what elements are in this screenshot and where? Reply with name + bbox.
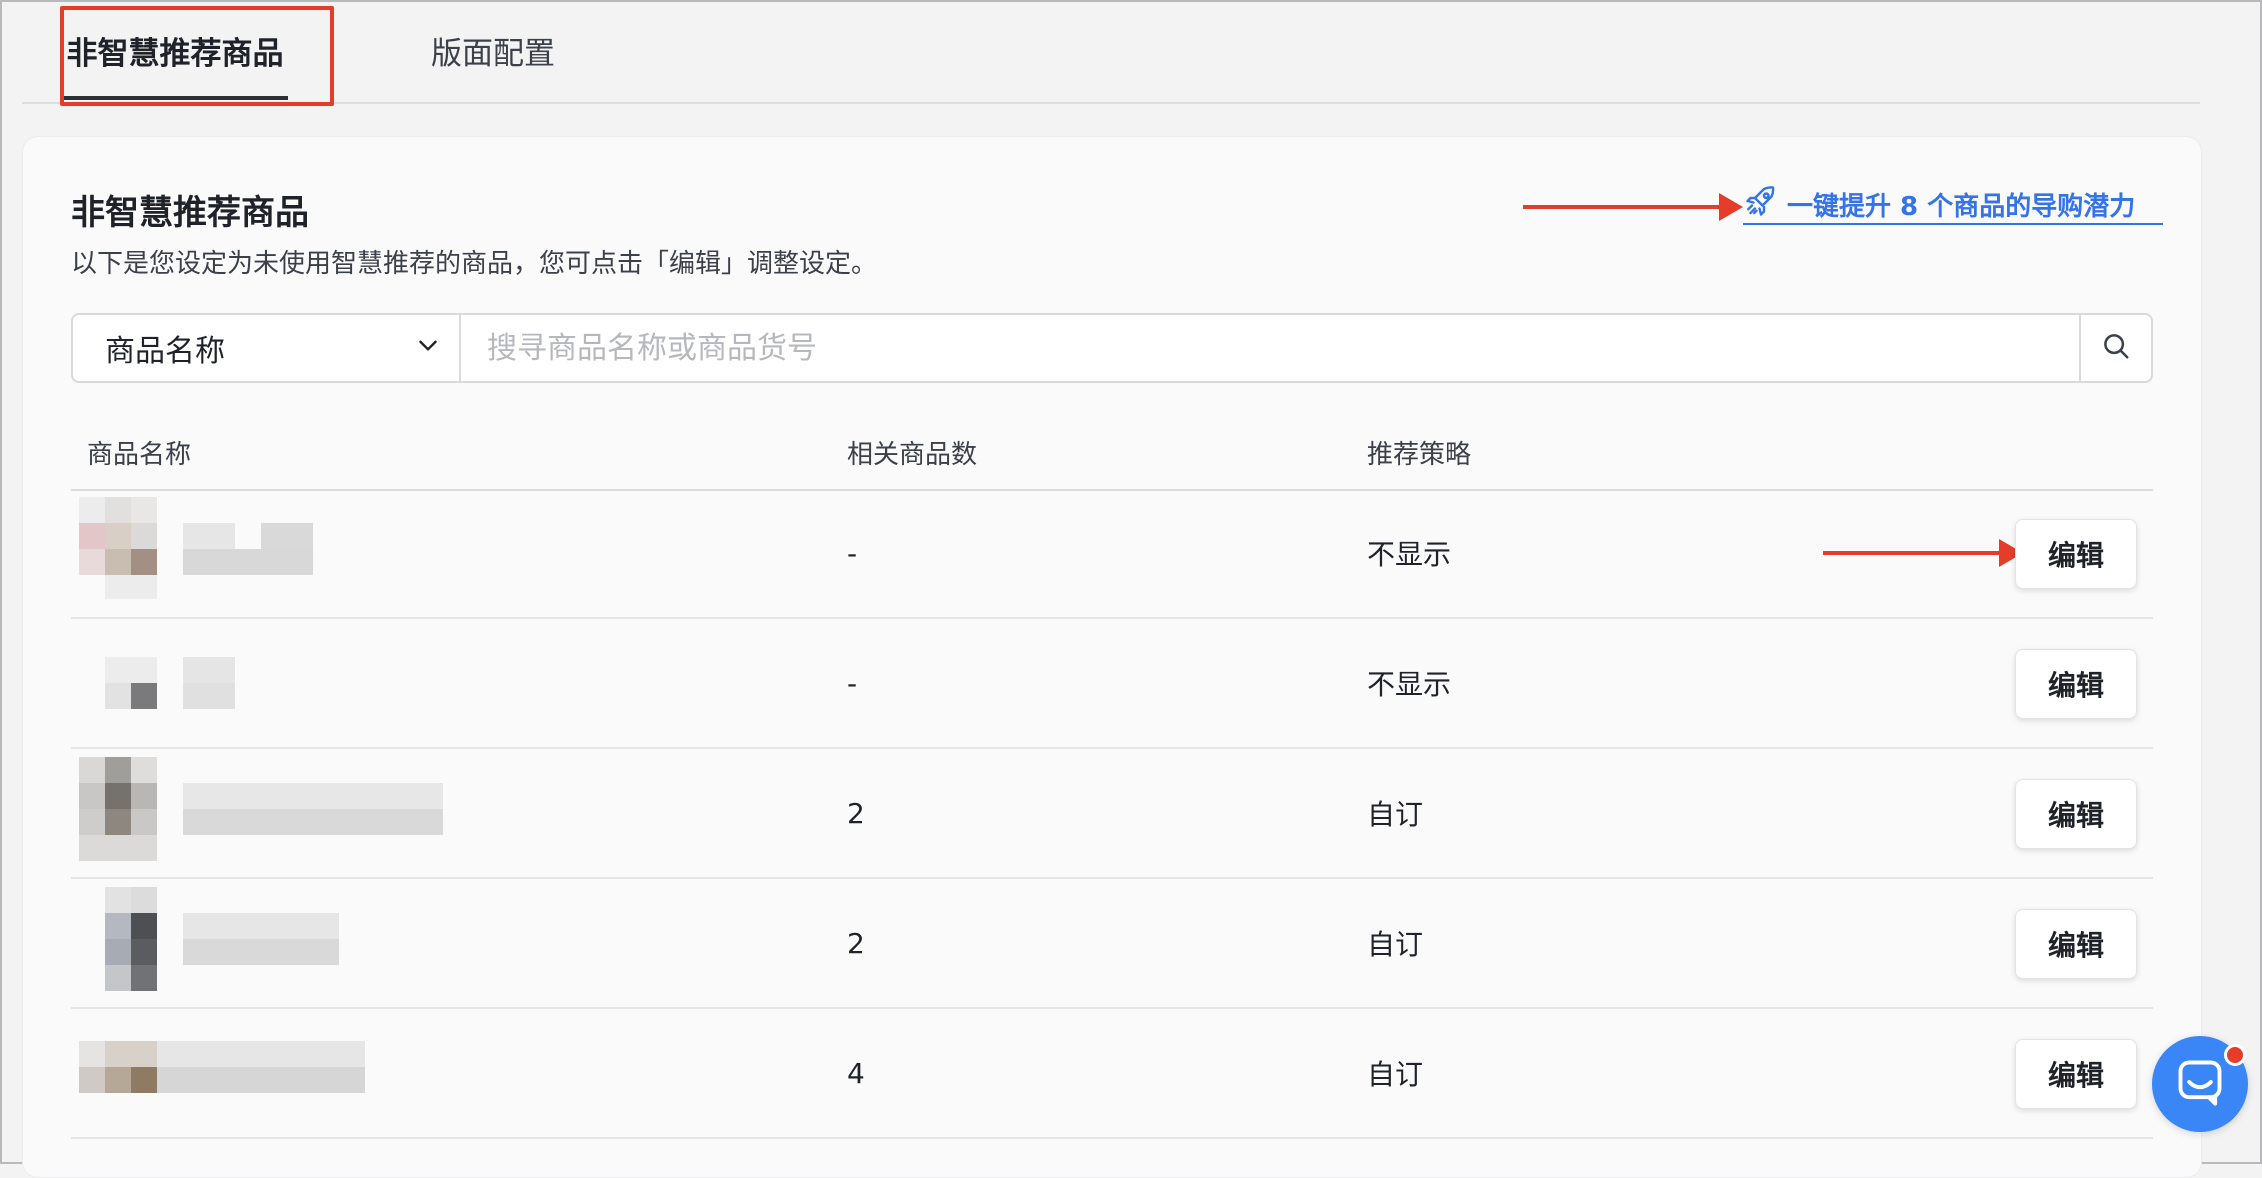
edit-button[interactable]: 编辑: [2015, 519, 2137, 589]
table-row: - 不显示 编辑: [71, 489, 2153, 619]
boost-link[interactable]: 一键提升 8 个商品的导购潜力: [1743, 185, 2163, 225]
edit-button[interactable]: 编辑: [2015, 649, 2137, 719]
boost-link-label: 一键提升 8 个商品的导购潜力: [1787, 191, 2136, 222]
tab-layout-config[interactable]: 版面配置: [398, 0, 588, 100]
related-count: 4: [847, 1056, 865, 1090]
strategy: 不显示: [1367, 538, 1452, 571]
tab-bar: 非智慧推荐商品 版面配置: [22, 0, 2200, 104]
header-strategy: 推荐策略: [1367, 439, 1472, 470]
table-row: 4 自订 编辑: [71, 1009, 2153, 1139]
chat-icon: [2174, 1056, 2226, 1112]
edit-button[interactable]: 编辑: [2015, 779, 2137, 849]
search-button[interactable]: [2079, 315, 2151, 381]
search-bar: 商品名称: [71, 313, 2153, 383]
card-description: 以下是您设定为未使用智慧推荐的商品，您可点击「编辑」调整设定。: [71, 249, 878, 279]
header-product-name: 商品名称: [87, 439, 192, 470]
edit-button[interactable]: 编辑: [2015, 1039, 2137, 1109]
notification-dot: [2224, 1044, 2246, 1066]
header-related-count: 相关商品数: [847, 439, 978, 470]
chat-launcher-button[interactable]: [2152, 1036, 2248, 1132]
chevron-down-icon: [415, 331, 441, 366]
card-title: 非智慧推荐商品: [71, 193, 309, 233]
table-row: 2 自订 编辑: [71, 749, 2153, 879]
strategy: 自订: [1367, 928, 1424, 961]
search-filter-value: 商品名称: [105, 334, 225, 369]
related-count: -: [847, 666, 858, 700]
related-count: 2: [847, 796, 865, 830]
strategy: 自订: [1367, 798, 1424, 831]
table-row: - 不显示 编辑: [71, 619, 2153, 749]
strategy: 自订: [1367, 1058, 1424, 1091]
search-input[interactable]: [461, 315, 2079, 381]
search-icon: [2101, 331, 2131, 365]
content-card: 非智慧推荐商品 以下是您设定为未使用智慧推荐的商品，您可点击「编辑」调整设定。 …: [22, 136, 2202, 1178]
strategy: 不显示: [1367, 668, 1452, 701]
table-row: 2 自订 编辑: [71, 879, 2153, 1009]
table-header: 商品名称 相关商品数 推荐策略: [71, 415, 2153, 491]
search-filter-select[interactable]: 商品名称: [73, 315, 461, 381]
annotation-arrow: [1523, 193, 1743, 221]
edit-button[interactable]: 编辑: [2015, 909, 2137, 979]
annotation-highlight-box: [60, 6, 334, 106]
related-count: 2: [847, 926, 865, 960]
annotation-arrow: [1823, 539, 2023, 567]
rocket-icon: [1743, 183, 1787, 226]
related-count: -: [847, 536, 858, 570]
